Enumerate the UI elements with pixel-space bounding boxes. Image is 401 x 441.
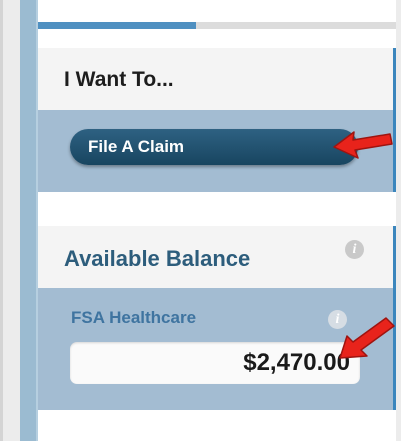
left-rail	[20, 0, 38, 441]
progress-fill	[38, 22, 196, 29]
fsa-healthcare-label: FSA Healthcare	[71, 308, 197, 327]
red-arrow-icon	[339, 317, 395, 359]
balance-card-title: Available Balance	[64, 246, 251, 271]
progress-bar	[38, 22, 396, 29]
file-claim-button[interactable]: File A Claim	[70, 129, 358, 165]
balance-amount: $2,470.00	[70, 342, 360, 384]
red-arrow-icon	[333, 131, 393, 159]
want-card-title: I Want To...	[64, 68, 174, 91]
window-edge	[0, 0, 3, 441]
balance-card-header: Available Balance i	[38, 226, 396, 288]
want-card-header: I Want To...	[38, 48, 396, 110]
info-icon[interactable]: i	[345, 240, 364, 259]
file-claim-button-label: File A Claim	[88, 137, 185, 156]
